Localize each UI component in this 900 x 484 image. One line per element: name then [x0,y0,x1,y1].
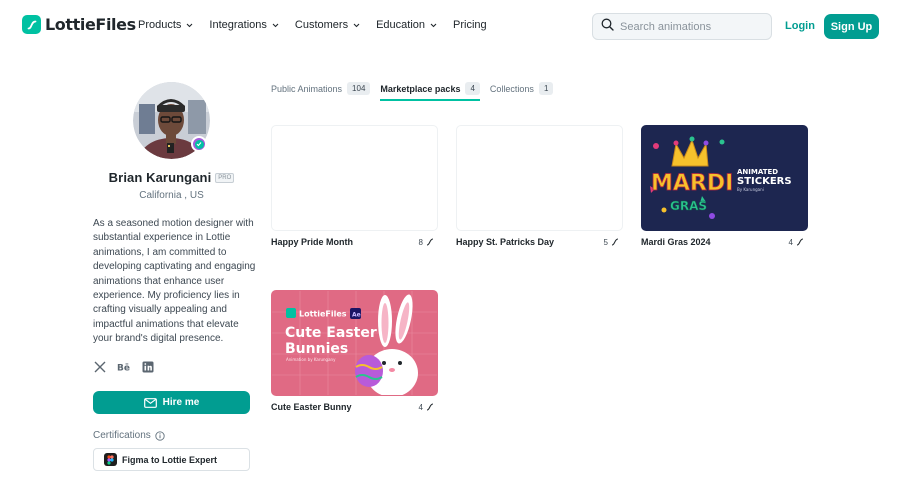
pack-count-value: 4 [788,237,793,247]
tab-public-animations[interactable]: Public Animations 104 [271,82,371,101]
tab-collections[interactable]: Collections 1 [489,82,554,101]
pack-count-value: 8 [418,237,423,247]
bunnies-text: Bunnies [285,341,348,357]
lottie-icon [796,238,804,246]
chevron-down-icon [353,23,360,28]
lottie-icon [426,403,434,411]
artwork-app-badge: Ae [352,312,361,319]
lottie-icon [426,238,434,246]
certification-badge[interactable]: Figma to Lottie Expert [93,448,250,471]
nav-label: Customers [294,19,349,31]
pack-card[interactable]: Happy Pride Month 8 [271,125,438,247]
pack-count-value: 4 [418,402,423,412]
stickers-text: STICKERS [737,176,792,187]
pack-count: 8 [419,238,438,247]
pack-count: 4 [419,403,438,412]
pack-thumbnail[interactable] [271,125,438,231]
nav-label: Products [138,19,182,31]
nav-label: Pricing [453,19,487,31]
nav-education[interactable]: Education [376,19,437,31]
pack-thumbnail[interactable] [456,125,623,231]
tab-marketplace-packs[interactable]: Marketplace packs 4 [380,82,480,101]
x-icon[interactable] [94,361,106,373]
top-navbar: LottieFiles Products Integrations Custom… [0,0,900,52]
pack-card[interactable]: LottieFiles Ae Cute Easter Bunnies Anima… [271,290,438,412]
search-icon [601,18,614,36]
nav-customers[interactable]: Customers [295,19,360,31]
tab-label: Collections [489,83,534,94]
certifications-label: Certifications [93,430,151,441]
nav-integrations[interactable]: Integrations [209,19,279,31]
pack-count-value: 5 [603,237,608,247]
logo-text: LottieFiles [45,15,136,34]
verified-badge-icon [191,136,207,152]
mardi-text: MARDI [651,171,733,196]
animated-text: ANIMATED [737,168,778,176]
figma-icon [104,453,117,466]
nav-label: Education [376,19,426,31]
login-link[interactable]: Login [785,20,815,32]
tab-label: Marketplace packs [380,83,461,94]
hire-me-label: Hire me [162,397,200,408]
tab-count: 1 [538,82,554,95]
search-box[interactable] [592,13,772,40]
tab-count: 104 [347,82,371,95]
pack-count: 5 [604,238,623,247]
artwork-byline: Animation by Karungany [286,357,336,362]
profile-name: Brian Karungani [108,170,212,185]
tab-count: 4 [465,82,480,95]
hire-me-button[interactable]: Hire me [93,391,250,414]
cute-easter-text: Cute Easter [285,325,377,341]
pack-title[interactable]: Cute Easter Bunny [271,402,352,412]
profile-tabs: Public Animations 104 Marketplace packs … [271,82,563,101]
certification-label: Figma to Lottie Expert [122,454,218,465]
nav-pricing[interactable]: Pricing [453,19,487,31]
pack-title[interactable]: Mardi Gras 2024 [641,237,711,247]
pack-title[interactable]: Happy St. Patricks Day [456,237,554,247]
pack-title[interactable]: Happy Pride Month [271,237,353,247]
chevron-down-icon [272,23,279,28]
profile-bio: As a seasoned motion designer with subst… [93,218,256,345]
artwork-byline: By Karungani [737,187,764,192]
lottiefiles-logo-icon [22,15,41,34]
lottie-icon [611,238,619,246]
chevron-down-icon [430,23,437,28]
pack-card[interactable]: Happy St. Patricks Day 5 [456,125,623,247]
nav-products[interactable]: Products [138,19,193,31]
certifications-heading: Certifications [93,430,165,441]
artwork-brand: LottieFiles [299,310,347,319]
chevron-down-icon [186,23,193,28]
pack-thumbnail[interactable]: MARDI GRAS ANIMATED STICKERS By Karungan… [641,125,808,231]
pack-count: 4 [789,238,808,247]
behance-icon[interactable]: Bē [117,361,131,374]
pack-card[interactable]: MARDI GRAS ANIMATED STICKERS By Karungan… [641,125,808,247]
mardi-gras-artwork: MARDI GRAS ANIMATED STICKERS By Karungan… [642,126,807,230]
easter-bunny-artwork: LottieFiles Ae Cute Easter Bunnies Anima… [272,291,437,395]
mail-icon [143,397,157,408]
gras-text: GRAS [670,199,707,213]
pack-thumbnail[interactable]: LottieFiles Ae Cute Easter Bunnies Anima… [271,290,438,396]
svg-text:Bē: Bē [117,364,130,374]
signup-button[interactable]: Sign Up [824,14,879,39]
linkedin-icon[interactable] [142,361,154,373]
social-links: Bē [94,361,165,373]
pro-badge: PRO [215,172,235,183]
nav-label: Integrations [209,19,267,31]
profile-name-row: Brian Karungani PRO [93,170,250,185]
main-nav: Products Integrations Customers Educatio… [138,19,503,31]
profile-location: California , US [139,190,204,201]
search-input[interactable] [620,20,760,33]
lottiefiles-logo[interactable]: LottieFiles [22,15,136,34]
tab-label: Public Animations [271,83,343,94]
info-icon[interactable] [155,430,165,441]
